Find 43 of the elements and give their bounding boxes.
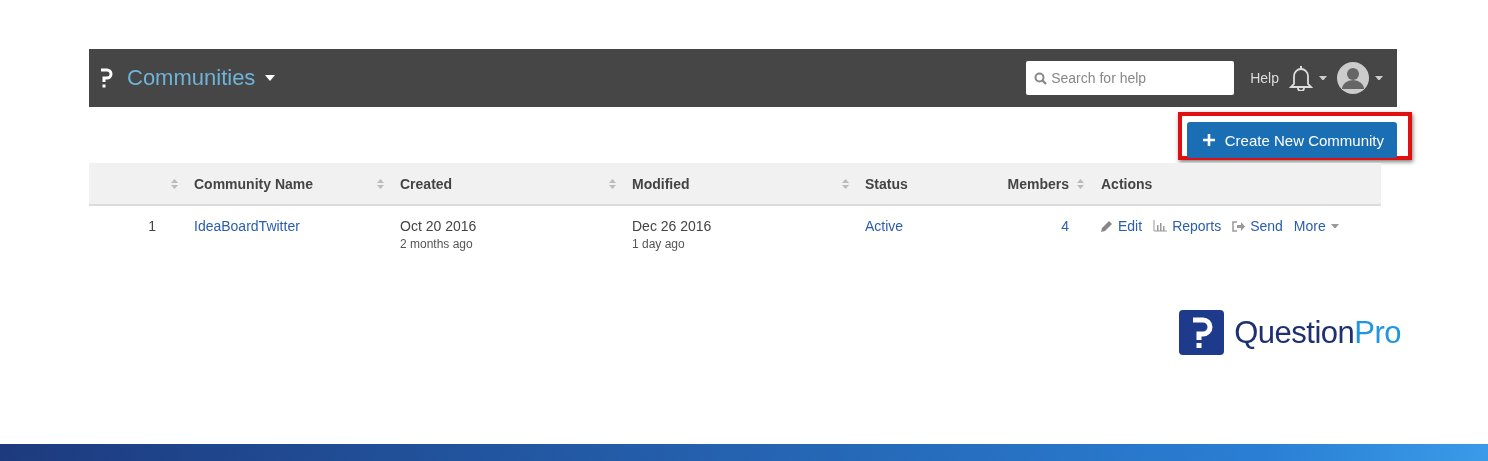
caret-icon bbox=[1375, 75, 1383, 81]
sort-icon[interactable] bbox=[609, 178, 616, 189]
sign-out-icon bbox=[1232, 220, 1246, 232]
created-ago: 2 months ago bbox=[400, 237, 473, 251]
bar-chart-icon bbox=[1153, 220, 1168, 232]
pencil-icon bbox=[1100, 219, 1113, 233]
caret-icon bbox=[1319, 75, 1327, 81]
column-header: Members bbox=[1007, 175, 1069, 192]
sort-icon[interactable] bbox=[842, 178, 849, 189]
account-menu[interactable] bbox=[1337, 62, 1383, 94]
bell-icon bbox=[1289, 65, 1313, 91]
status-text: Active bbox=[865, 218, 904, 234]
column-header: Actions bbox=[1101, 175, 1153, 192]
help-link[interactable]: Help bbox=[1250, 70, 1279, 86]
caret-icon bbox=[1330, 223, 1339, 229]
column-header: Status bbox=[865, 175, 908, 192]
column-header: Created bbox=[400, 175, 453, 192]
column-header: Community Name bbox=[194, 175, 314, 192]
search-icon bbox=[1034, 72, 1048, 85]
brand-wordmark: QuestionPro bbox=[1234, 314, 1401, 351]
sort-icon[interactable] bbox=[1077, 178, 1084, 189]
created-date: Oct 20 2016 bbox=[400, 218, 477, 234]
caret-icon bbox=[265, 75, 276, 81]
community-name-link[interactable]: IdeaBoardTwitter bbox=[194, 218, 300, 234]
modified-date: Dec 26 2016 bbox=[632, 218, 712, 234]
sort-icon[interactable] bbox=[171, 178, 178, 189]
column-header: Modified bbox=[632, 175, 690, 192]
edit-link[interactable]: Edit bbox=[1100, 218, 1143, 234]
avatar-icon bbox=[1337, 62, 1369, 94]
modified-ago: 1 day ago bbox=[632, 237, 685, 251]
notifications-menu[interactable] bbox=[1289, 65, 1327, 91]
sort-icon[interactable] bbox=[377, 178, 384, 189]
create-community-button[interactable]: Create New Community bbox=[1186, 122, 1397, 158]
row-number: 1 bbox=[148, 218, 156, 234]
reports-link[interactable]: Reports bbox=[1153, 218, 1222, 234]
more-menu[interactable]: More bbox=[1293, 218, 1339, 234]
brand-logo-icon bbox=[1179, 310, 1225, 355]
communities-menu[interactable]: Communities bbox=[123, 65, 280, 91]
send-link[interactable]: Send bbox=[1232, 218, 1283, 234]
member-count: 4 bbox=[1061, 218, 1069, 234]
app-logo-icon[interactable] bbox=[99, 67, 113, 89]
plus-icon bbox=[1202, 134, 1215, 146]
search-field[interactable]: Search for help bbox=[1026, 61, 1235, 95]
